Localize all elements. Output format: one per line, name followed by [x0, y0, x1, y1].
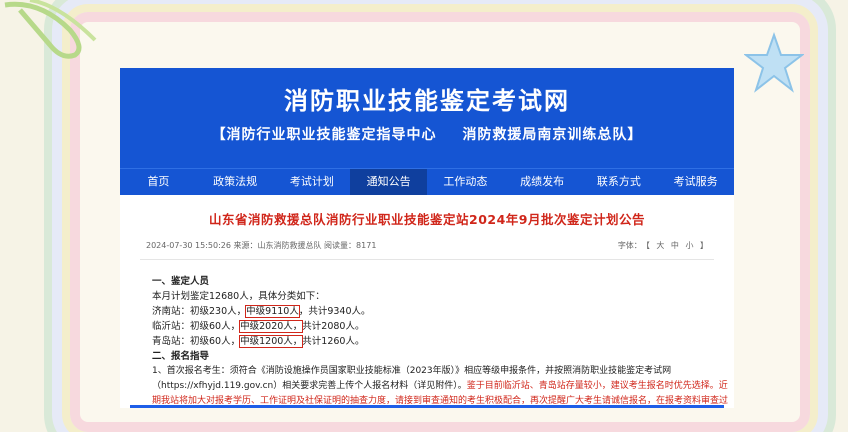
nav-item-results[interactable]: 成绩发布: [504, 169, 581, 195]
main-nav: 首页 政策法规 考试计划 通知公告 工作动态 成绩发布 联系方式 考试服务: [120, 168, 734, 195]
station-name: 济南站：: [152, 306, 191, 317]
paragraph: 本月计划鉴定12680人，具体分类如下：: [152, 291, 325, 302]
article: 山东省消防救援总队消防行业职业技能鉴定站2024年9月批次鉴定计划公告 2024…: [120, 209, 734, 409]
mid-count-highlight: 中级9110人: [245, 305, 300, 318]
total-count: 共计1260人。: [302, 336, 365, 347]
font-bracket-open: 【: [645, 241, 650, 250]
mid-count-highlight: 中级2020人，: [239, 320, 304, 333]
station-name: 临沂站：: [152, 321, 191, 332]
subtitle-left: 【消防行业职业技能鉴定指导中心: [211, 127, 437, 143]
article-meta: 2024-07-30 15:50:26 来源：山东消防救援总队 阅读量：8171: [146, 241, 377, 250]
nav-item-exam-plan[interactable]: 考试计划: [274, 169, 351, 195]
article-meta-row: 2024-07-30 15:50:26 来源：山东消防救援总队 阅读量：8171…: [140, 240, 714, 260]
station-name: 青岛站：: [152, 336, 191, 347]
article-body: 一、鉴定人员 本月计划鉴定12680人，具体分类如下： 济南站：初级230人，中…: [140, 274, 728, 409]
nav-item-news[interactable]: 工作动态: [427, 169, 504, 195]
selection-bar: [130, 405, 724, 408]
nav-item-contact[interactable]: 联系方式: [581, 169, 658, 195]
station-row: 青岛站：初级60人，中级1200人，共计1260人。: [152, 334, 714, 349]
font-size-label: 字体：: [617, 241, 642, 250]
mid-count-highlight: 中级1200人，: [239, 335, 304, 348]
star-decoration-icon: [744, 31, 804, 93]
subtitle-right: 消防救援局南京训练总队】: [462, 127, 643, 143]
web-page: 消防职业技能鉴定考试网 【消防行业职业技能鉴定指导中心 消防救援局南京训练总队】…: [120, 68, 734, 408]
paragraph-text: （https://xfhyjd.119.gov.cn）相关要求完善上传个人报名材…: [152, 381, 467, 391]
nav-item-policy[interactable]: 政策法规: [197, 169, 274, 195]
site-title: 消防职业技能鉴定考试网: [284, 87, 570, 115]
paperclip-decoration-icon: [4, 0, 97, 59]
junior-count: 初级60人，: [190, 321, 241, 332]
station-row: 临沂站：初级60人，中级2020人，共计2080人。: [152, 319, 714, 334]
site-subtitle: 【消防行业职业技能鉴定指导中心 消防救援局南京训练总队】: [120, 124, 734, 144]
font-mid-link[interactable]: 中: [671, 241, 679, 250]
paragraph: （https://xfhyjd.119.gov.cn）相关要求完善上传个人报名材…: [152, 379, 728, 394]
total-count: ，共计9340人。: [298, 306, 371, 317]
nav-item-notices[interactable]: 通知公告: [350, 169, 427, 195]
font-large-link[interactable]: 大: [656, 241, 664, 250]
font-small-link[interactable]: 小: [685, 241, 693, 250]
article-title: 山东省消防救援总队消防行业职业技能鉴定站2024年9月批次鉴定计划公告: [209, 212, 645, 227]
paragraph-red-text: 鉴于目前临沂站、青岛站存量较小，建议考生报名时优先选择。近: [466, 381, 728, 391]
site-header: 消防职业技能鉴定考试网 【消防行业职业技能鉴定指导中心 消防救援局南京训练总队】: [120, 68, 734, 168]
nav-item-home[interactable]: 首页: [120, 169, 197, 195]
junior-count: 初级230人，: [190, 306, 247, 317]
font-bracket-close: 】: [700, 241, 708, 250]
station-row: 济南站：初级230人，中级9110人，共计9340人。: [152, 304, 714, 319]
section-title: 一、鉴定人员: [152, 276, 210, 287]
junior-count: 初级60人，: [190, 336, 241, 347]
nav-item-services[interactable]: 考试服务: [657, 169, 734, 195]
section-title: 二、报名指导: [152, 351, 210, 362]
total-count: 共计2080人。: [302, 321, 365, 332]
paragraph: 1、首次报名考生：须符合《消防设施操作员国家职业技能标准（2023年版）》相应等…: [152, 366, 672, 376]
font-size-control: 字体：【 大 中 小 】: [614, 240, 708, 251]
